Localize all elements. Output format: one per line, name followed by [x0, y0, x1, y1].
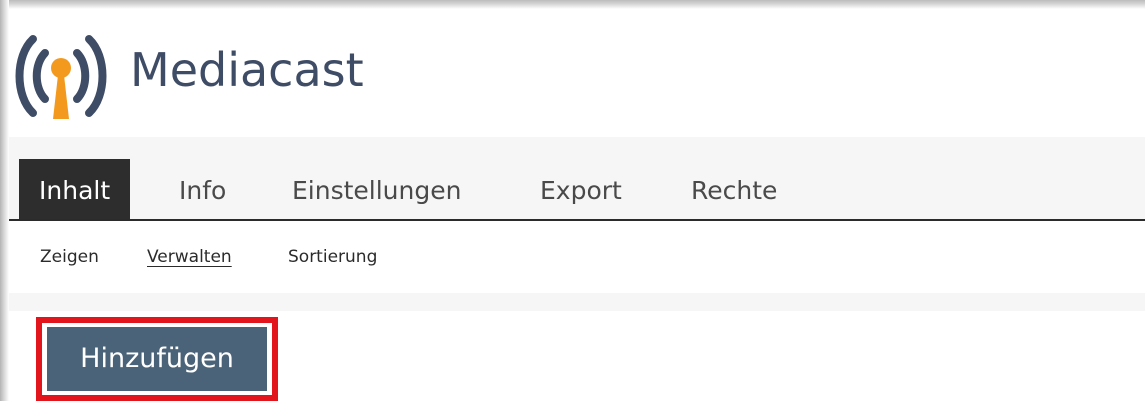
broadcast-antenna-icon [15, 35, 107, 119]
tab-inhalt[interactable]: Inhalt [19, 159, 131, 219]
sub-tabs: Zeigen Verwalten Sortierung [9, 221, 1145, 293]
subtab-zeigen[interactable]: Zeigen [40, 247, 99, 267]
subtab-verwalten[interactable]: Verwalten [147, 247, 232, 267]
header-separator [9, 137, 1145, 159]
app-title: Mediacast [130, 43, 364, 97]
page-header: Mediacast [9, 9, 1145, 137]
subtab-sortierung[interactable]: Sortierung [288, 247, 377, 267]
screenshot-shadow-top [0, 0, 1145, 9]
tab-export[interactable]: Export [540, 159, 622, 219]
page-frame: Mediacast Inhalt Info Einstellungen Expo… [0, 0, 1145, 401]
content-area: Hinzufügen [9, 311, 1145, 401]
tab-rechte[interactable]: Rechte [691, 159, 777, 219]
screenshot-shadow-left [0, 0, 9, 401]
add-button[interactable]: Hinzufügen [47, 327, 267, 391]
tab-einstellungen[interactable]: Einstellungen [292, 159, 461, 219]
content-separator [9, 293, 1145, 311]
tab-info[interactable]: Info [179, 159, 226, 219]
main-tabs: Inhalt Info Einstellungen Export Rechte [9, 159, 1145, 221]
